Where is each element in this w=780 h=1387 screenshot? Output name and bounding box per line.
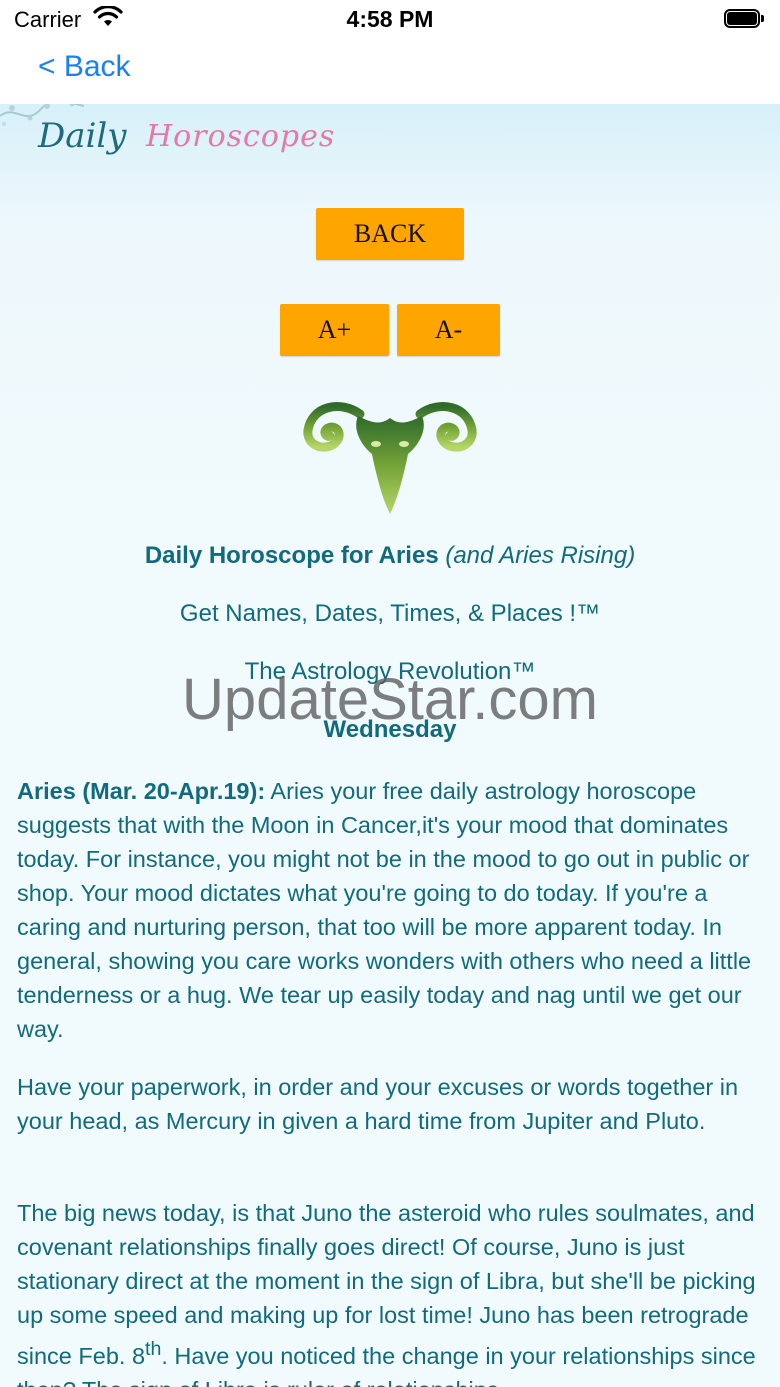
tagline-names-dates: Get Names, Dates, Times, & Places !™ [179,600,601,627]
sign-date-range: Aries (Mar. 20-Apr.19): [17,778,266,804]
horoscope-title: Daily Horoscope for Aries (and Aries Ris… [0,542,780,570]
back-button[interactable]: BACK [316,208,464,260]
paragraph-1-text: Aries your free daily astrology horoscop… [17,778,752,1042]
font-increase-button[interactable]: A+ [280,304,389,356]
logo-text-daily: Daily [38,116,127,156]
horoscope-webview[interactable]: Daily Horoscopes BACK A+ A- Daily Horosc… [0,104,780,1387]
logo-text-horoscopes: Horoscopes [146,119,336,154]
status-bar: Carrier 4:58 PM [0,0,780,40]
paragraph-3-superscript: th [145,1338,162,1360]
title-sub: (and Aries Rising) [445,542,636,569]
font-decrease-button[interactable]: A- [397,304,500,356]
clock: 4:58 PM [346,6,434,32]
navigation-bar: < Back [0,40,780,104]
nav-back-button[interactable]: < Back [38,50,131,84]
watermark: UpdateStar.com [182,667,598,732]
horoscope-paragraph-1: Aries (Mar. 20-Apr.19): Aries your free … [17,774,767,1046]
aries-ram-icon [303,402,477,514]
title-main: Daily Horoscope for Aries [144,542,439,569]
horoscope-paragraph-2: Have your paperwork, in order and your e… [17,1074,739,1134]
site-logo: Daily Horoscopes [0,104,400,174]
battery-icon [724,9,764,28]
horoscope-paragraph-3: The big news today, is that Juno the ast… [17,1196,767,1387]
